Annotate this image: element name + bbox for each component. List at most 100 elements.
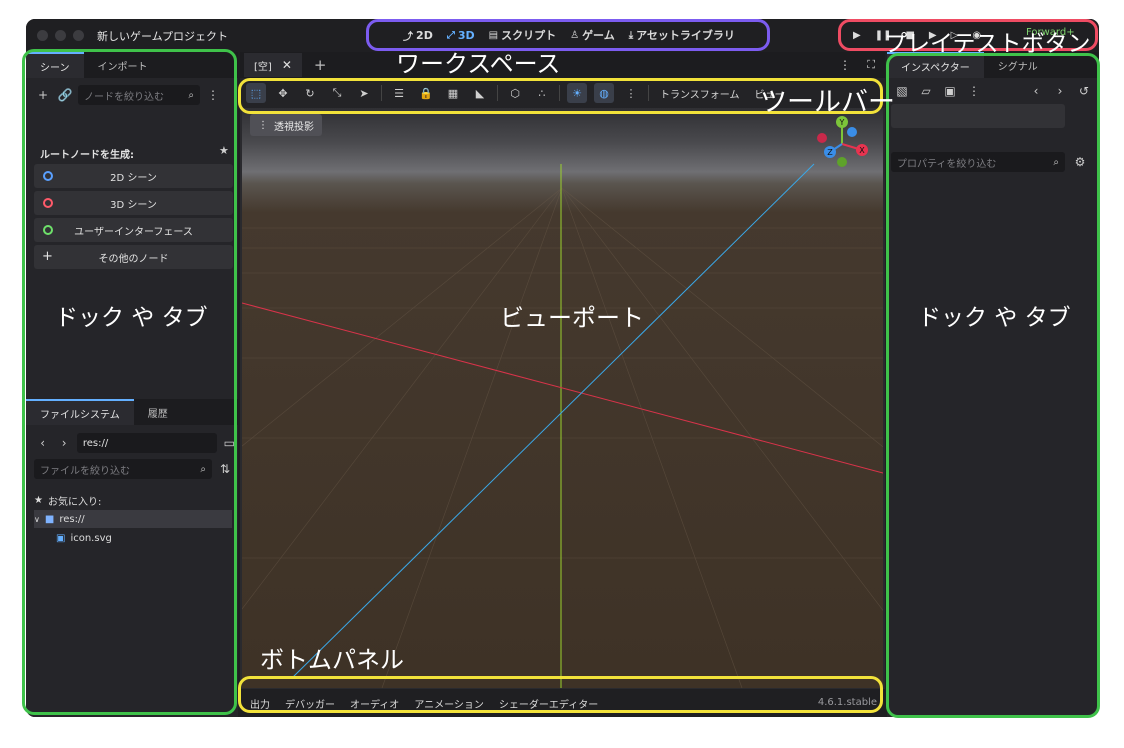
filesystem-dock-tabs: ファイルシステム 履歴 <box>26 399 238 425</box>
favorites-row[interactable]: ★ お気に入り: <box>34 491 232 509</box>
tab-import[interactable]: インポート <box>84 52 162 78</box>
workspace-game-button[interactable]: ♙ ゲーム <box>570 27 615 43</box>
playtest-annotation: プレイテストボタン <box>884 31 1091 57</box>
gizmo-neg-z-handle[interactable] <box>847 127 857 137</box>
pointer-icon[interactable]: ➤ <box>354 83 374 103</box>
property-filter-input[interactable]: プロパティを絞り込む ⌕ <box>891 152 1065 172</box>
property-filter-row: プロパティを絞り込む ⌕ ⚙ <box>887 152 1099 172</box>
add-2d-scene-button[interactable]: 2D シーン <box>34 164 233 188</box>
workspace-3d-button[interactable]: ⤢ 3D <box>447 29 475 42</box>
tab-scene[interactable]: シーン <box>26 52 84 78</box>
more-options-icon[interactable]: ⋮ <box>965 82 983 100</box>
workspace-switcher: ⤴ 2D ⤢ 3D ▤ スクリプト ♙ ゲーム ⤓ アセットライブラリ <box>369 24 769 46</box>
close-window-button[interactable] <box>37 30 48 41</box>
gizmo-neg-x-handle[interactable] <box>817 133 827 143</box>
split-view-icon[interactable]: ▭ <box>221 434 238 452</box>
version-label: 4.6.1.stable <box>817 697 877 708</box>
tab-shader-editor[interactable]: シェーダーエディター <box>499 696 598 711</box>
add-tab-icon[interactable]: + <box>314 56 327 74</box>
chevron-down-icon: ∨ <box>34 514 40 524</box>
transform-menu[interactable]: トランスフォーム <box>660 86 740 101</box>
workspace-script-button[interactable]: ▤ スクリプト <box>489 27 556 43</box>
3d-icon: ⤢ <box>446 29 455 41</box>
more-options-icon: ⋮ <box>258 119 268 131</box>
list-select-icon[interactable]: ☰ <box>389 83 409 103</box>
select-mode-icon[interactable]: ⬚ <box>246 83 266 103</box>
history-icon[interactable]: ↺ <box>1075 82 1093 100</box>
viewport-annotation: ビューポート <box>500 304 644 332</box>
left-dock-annotation: ドック や タブ <box>55 305 208 331</box>
rotate-mode-icon[interactable]: ↻ <box>300 83 320 103</box>
workspace-assetlib-button[interactable]: ⤓ アセットライブラリ <box>629 27 735 43</box>
add-ui-scene-button[interactable]: ユーザーインターフェース <box>34 218 233 242</box>
sun-icon[interactable]: ☀ <box>567 83 587 103</box>
globe-icon[interactable]: ◍ <box>594 83 614 103</box>
close-icon[interactable]: ✕ <box>282 58 292 72</box>
filesystem-filter-row: ファイルを絞り込む ⌕ ⇅ <box>26 459 238 479</box>
more-options-icon[interactable]: ⋮ <box>839 58 851 72</box>
forward-arrow-icon[interactable]: › <box>1051 82 1069 100</box>
2d-icon: ⤴ <box>403 31 414 43</box>
bottom-panel-bar: 出力 デバッガー オーディオ アニメーション シェーダーエディター 4.6.1.… <box>240 689 885 717</box>
add-3d-scene-button[interactable]: 3D シーン <box>34 191 233 215</box>
scale-mode-icon[interactable]: ⤡ <box>327 83 347 103</box>
filesystem-path-row: ‹ › res:// ▭ <box>26 433 238 453</box>
add-other-node-button[interactable]: + その他のノード <box>34 245 233 269</box>
object-path-bar <box>891 104 1065 128</box>
gizmo-neg-y-handle[interactable] <box>837 157 847 167</box>
minimize-window-button[interactable] <box>55 30 66 41</box>
more-options-icon[interactable]: ⋮ <box>204 86 222 104</box>
forward-arrow-icon[interactable]: › <box>55 434 72 452</box>
ruler-icon[interactable]: ◣ <box>470 83 490 103</box>
node-3d-icon <box>43 198 53 208</box>
back-arrow-icon[interactable]: ‹ <box>34 434 51 452</box>
more-options-icon[interactable]: ⋮ <box>621 83 641 103</box>
play-icon[interactable]: ▶ <box>853 30 861 41</box>
add-node-icon[interactable]: + <box>34 86 52 104</box>
axis-gizmo[interactable]: Y X Z <box>812 112 872 172</box>
group-icon[interactable]: ▦ <box>443 83 463 103</box>
icon-svg-file-row[interactable]: ▣ icon.svg <box>34 529 232 547</box>
tab-history[interactable]: 履歴 <box>134 399 182 425</box>
zoom-window-button[interactable] <box>73 30 84 41</box>
3d-viewport[interactable]: ⋮ 透視投影 Y X Z <box>242 108 883 688</box>
new-resource-icon[interactable]: ▧ <box>893 82 911 100</box>
save-icon[interactable]: ▣ <box>941 82 959 100</box>
scene-tab-empty[interactable]: [空] ✕ <box>244 53 302 77</box>
scene-toolbar: + 🔗 ノードを絞り込む ⌕ ⋮ <box>26 85 238 105</box>
z-axis-line <box>291 163 815 679</box>
tab-animation[interactable]: アニメーション <box>414 696 484 711</box>
workspace-2d-button[interactable]: ⤴ 2D <box>403 28 433 43</box>
search-icon: ⌕ <box>200 463 206 475</box>
lock-icon[interactable]: 🔒 <box>416 83 436 103</box>
node-filter-input[interactable]: ノードを絞り込む ⌕ <box>78 85 200 105</box>
scene-tab-bar: [空] ✕ + ⋮ ⛶ <box>240 52 885 78</box>
right-dock: インスペクター シグナル ▧ ▱ ▣ ⋮ ‹ › ↺ プロパティを絞り込む ⌕ … <box>887 52 1099 717</box>
snap-grid-icon[interactable]: ∴ <box>532 83 552 103</box>
gizmo-x-label: X <box>859 146 865 155</box>
path-field[interactable]: res:// <box>76 433 217 453</box>
tab-audio[interactable]: オーディオ <box>350 696 399 711</box>
workspace-annotation: ワークスペース <box>396 50 561 78</box>
file-filter-input[interactable]: ファイルを絞り込む ⌕ <box>34 459 212 479</box>
editor-window: 新しいゲームプロジェクト ⤴ 2D ⤢ 3D ▤ スクリプト ♙ ゲーム ⤓ アセットライ… <box>26 19 1099 717</box>
tab-debugger[interactable]: デバッガー <box>285 696 335 711</box>
sort-icon[interactable]: ⇅ <box>216 460 234 478</box>
tab-filesystem[interactable]: ファイルシステム <box>26 399 134 425</box>
toolbar-divider <box>559 85 560 101</box>
tab-output[interactable]: 出力 <box>250 696 270 711</box>
snap-object-icon[interactable]: ⬡ <box>505 83 525 103</box>
move-mode-icon[interactable]: ✥ <box>273 83 293 103</box>
star-icon: ★ <box>34 494 43 506</box>
star-icon[interactable]: ★ <box>219 144 229 157</box>
res-folder-row[interactable]: ∨ ■ res:// <box>34 510 232 528</box>
scene-dock-tabs: シーン インポート <box>26 52 238 78</box>
toolbar-divider <box>648 85 649 101</box>
fullscreen-icon[interactable]: ⛶ <box>867 58 875 72</box>
tools-icon[interactable]: ⚙ <box>1071 153 1089 171</box>
perspective-menu[interactable]: ⋮ 透視投影 <box>250 114 322 136</box>
back-arrow-icon[interactable]: ‹ <box>1027 82 1045 100</box>
link-icon[interactable]: 🔗 <box>56 86 74 104</box>
toolbar-divider <box>497 85 498 101</box>
open-folder-icon[interactable]: ▱ <box>917 82 935 100</box>
